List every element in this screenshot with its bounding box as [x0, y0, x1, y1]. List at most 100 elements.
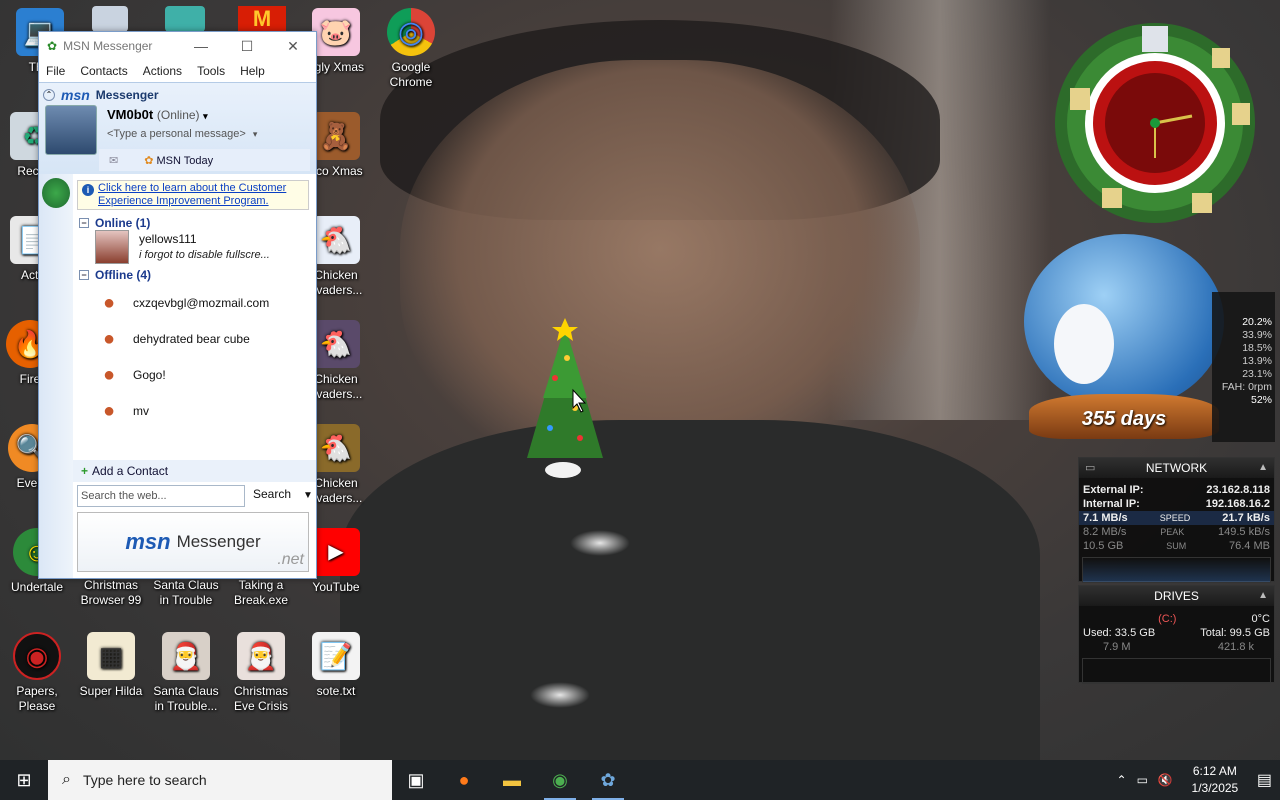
offline-buddy-icon: ●	[102, 363, 116, 386]
contact-item[interactable]: ● dehydrated bear cube	[95, 321, 310, 357]
taskbar: ⊞ ⌕ Type here to search ▣ ● ▬ ◉ ✿ ⌃ ▭ 🔇 …	[0, 760, 1280, 800]
drives-widget[interactable]: DRIVES ▲ (C:) 0°C Used: 33.5 GB Total: 9…	[1078, 585, 1275, 684]
taskbar-file-explorer[interactable]: ▬	[488, 760, 536, 800]
desktop-icon-taking-a-break[interactable]: Taking a Break.exe	[223, 578, 299, 608]
upload-sum: 76.4 MB	[1229, 540, 1270, 552]
cpu-meter-widget[interactable]: 20.2% 33.9% 18.5% 13.9% 23.1% FAH: 0rpm …	[1212, 292, 1275, 442]
upload-speed: 21.7 kB/s	[1222, 512, 1270, 524]
contact-item[interactable]: ● mv	[95, 393, 310, 429]
add-contact-button[interactable]: + Add a Contact	[73, 460, 316, 482]
window-title: MSN Messenger	[63, 39, 153, 53]
start-button[interactable]: ⊞	[0, 760, 48, 800]
display-picture[interactable]	[45, 105, 97, 155]
chrome-icon: ◉	[552, 769, 568, 790]
drive-total: Total: 99.5 GB	[1200, 627, 1270, 639]
clock-date: 1/3/2025	[1191, 781, 1239, 795]
search-button[interactable]: Search ▼	[253, 487, 313, 501]
taskbar-chrome[interactable]: ◉	[536, 760, 584, 800]
tray-overflow-icon[interactable]: ⌃	[1117, 773, 1127, 787]
desktop-icon-partial-2[interactable]	[165, 6, 205, 32]
contact-list-area: i Click here to learn about the Customer…	[39, 174, 316, 578]
personal-message-dropdown-icon[interactable]: ▾	[253, 129, 258, 139]
taskbar-msn-messenger[interactable]: ✿	[584, 760, 632, 800]
close-icon[interactable]: ✕	[270, 38, 316, 55]
desktop-icon-santa-claus-in-trouble-2[interactable]: 🎅 Santa Claus in Trouble...	[148, 632, 224, 714]
status-dropdown-icon[interactable]: ▾	[203, 111, 208, 121]
santa-icon: 🎅	[162, 632, 210, 680]
contact-name: cxzqevbgl@mozmail.com	[133, 296, 270, 310]
wreath-clock-widget[interactable]	[1042, 8, 1268, 228]
info-icon: i	[82, 184, 94, 196]
chicken-icon: 🐔	[312, 320, 360, 368]
msn-messenger-banner[interactable]: msn Messenger .net	[77, 512, 309, 572]
clock-time: 6:12 AM	[1192, 764, 1237, 778]
maximize-icon[interactable]: ☐	[224, 38, 270, 55]
mail-icon[interactable]: ✉	[109, 154, 118, 167]
msn-messenger-icon: ✿	[600, 769, 616, 790]
collapse-chevron-icon[interactable]: ▲	[1258, 586, 1268, 606]
group-offline[interactable]: − Offline (4)	[79, 268, 151, 282]
desktop-icon-santa-claus-in-trouble[interactable]: Santa Claus in Trouble	[148, 578, 224, 608]
snow-globe-widget[interactable]: 355 days	[1024, 234, 1224, 446]
contact-item[interactable]: ● cxzqevbgl@mozmail.com	[95, 285, 310, 321]
mcdonalds-icon[interactable]: M	[238, 6, 286, 32]
msn-messenger-window[interactable]: ✿ MSN Messenger — ☐ ✕ File Contacts Acti…	[38, 31, 317, 579]
desktop-icon-christmas-eve-crisis[interactable]: 🎅 Christmas Eve Crisis	[223, 632, 299, 714]
web-search-input[interactable]: Search the web...	[77, 485, 245, 507]
download-speed: 7.1 MB/s	[1083, 512, 1128, 524]
collapse-chevron-icon[interactable]: ▲	[1258, 458, 1268, 478]
christmas-tree[interactable]	[515, 318, 615, 483]
desktop-icon-christmas-browser-99[interactable]: Christmas Browser 99	[73, 578, 149, 608]
contacts-tab-icon[interactable]	[42, 178, 70, 208]
search-dropdown-icon[interactable]: ▼	[303, 490, 313, 501]
taskbar-firefox[interactable]: ●	[440, 760, 488, 800]
title-bar[interactable]: ✿ MSN Messenger — ☐ ✕	[39, 32, 316, 60]
offline-buddy-icon: ●	[102, 399, 116, 422]
taskbar-clock[interactable]: 6:12 AM 1/3/2025	[1183, 763, 1247, 797]
fan-speed: FAH: 0rpm	[1221, 381, 1272, 393]
cpu-core-4: 23.1%	[1242, 368, 1272, 380]
task-view-icon: ▣	[407, 769, 425, 790]
collapse-icon[interactable]: ⌃	[43, 89, 55, 101]
desktop-icon-papers-please[interactable]: ◉ Papers, Please	[0, 632, 75, 714]
network-widget[interactable]: ▭ NETWORK ▲ External IP: 23.162.8.118 In…	[1078, 457, 1275, 583]
msn-today-bar: ✉ ✿ MSN Today	[99, 149, 310, 171]
sidebar	[39, 174, 73, 578]
personal-message[interactable]: <Type a personal message> ▾	[107, 128, 257, 140]
msn-butterfly-icon: ✿	[47, 39, 58, 53]
menu-contacts[interactable]: Contacts	[80, 64, 127, 78]
snowman-icon	[1054, 304, 1114, 384]
desktop-icon-partial-1[interactable]	[92, 6, 128, 32]
ram-usage: 52%	[1250, 394, 1272, 406]
drives-title: DRIVES	[1154, 589, 1199, 603]
desktop-icon-super-hilda[interactable]: ▦ Super Hilda	[73, 632, 149, 699]
taskbar-search-box[interactable]: ⌕ Type here to search	[48, 760, 392, 800]
notifications-icon[interactable]: ▤	[1257, 770, 1272, 790]
offline-buddy-icon: ●	[102, 327, 116, 350]
minimize-icon[interactable]: —	[178, 38, 224, 55]
banner-messenger-text: Messenger	[176, 532, 261, 551]
drive-write: 421.8 k	[1217, 641, 1254, 653]
msn-today-link[interactable]: ✿ MSN Today	[144, 154, 213, 167]
contact-item[interactable]: yellows111 i forgot to disable fullscre.…	[95, 229, 310, 265]
banner-msn-logo: msn	[125, 529, 171, 554]
chrome-icon: ◎	[387, 8, 435, 56]
menu-help[interactable]: Help	[240, 64, 265, 78]
desktop-icon-sote-txt[interactable]: 📝 sote.txt	[298, 632, 374, 699]
customer-experience-link[interactable]: i Click here to learn about the Customer…	[77, 180, 309, 210]
collapse-group-icon[interactable]: −	[79, 270, 89, 280]
desktop-icon-google-chrome[interactable]: ◎ Google Chrome	[373, 8, 449, 90]
upload-peak: 149.5 kB/s	[1218, 526, 1270, 538]
group-online[interactable]: − Online (1)	[79, 216, 150, 230]
menu-file[interactable]: File	[46, 64, 65, 78]
task-view-button[interactable]: ▣	[392, 760, 440, 800]
menu-tools[interactable]: Tools	[197, 64, 225, 78]
network-tray-icon[interactable]: ▭	[1137, 773, 1148, 787]
search-icon: ⌕	[62, 771, 71, 788]
menu-actions[interactable]: Actions	[143, 64, 182, 78]
collapse-group-icon[interactable]: −	[79, 218, 89, 228]
volume-muted-icon[interactable]: 🔇	[1158, 773, 1173, 787]
username[interactable]: VM0b0t (Online) ▾	[107, 107, 208, 122]
contact-item[interactable]: ● Gogo!	[95, 357, 310, 393]
network-title: NETWORK	[1145, 461, 1208, 475]
